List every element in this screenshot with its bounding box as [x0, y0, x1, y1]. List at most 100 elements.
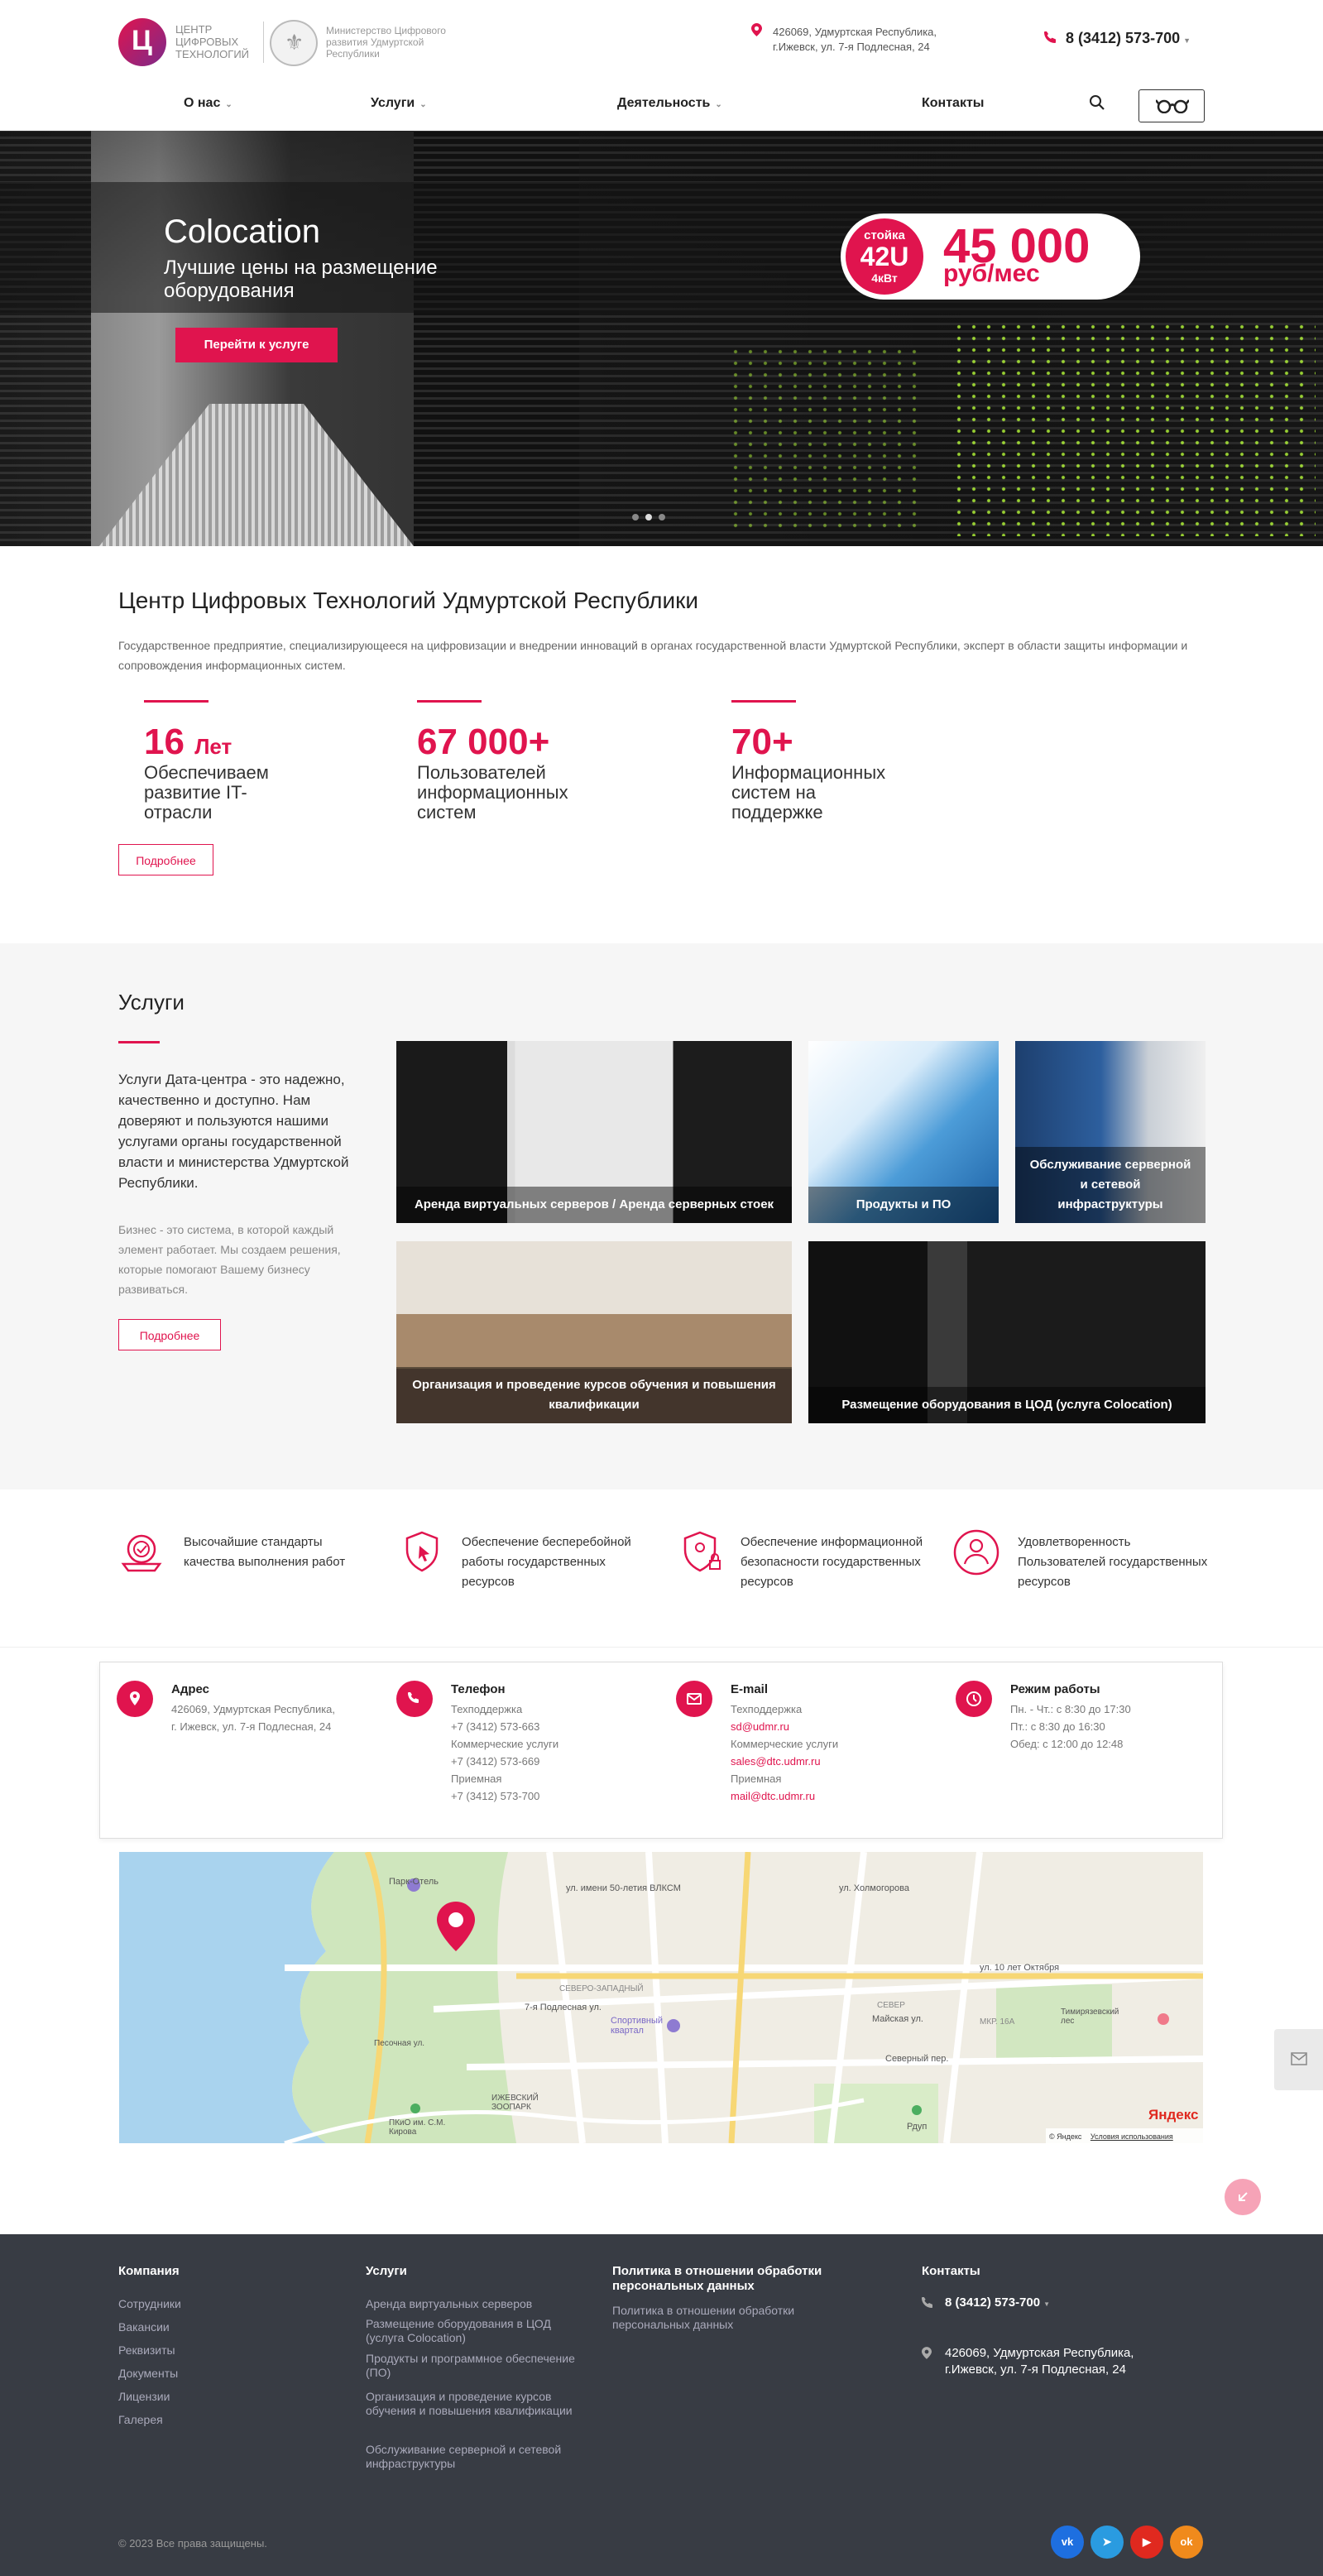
- header-phone[interactable]: 8 (3412) 573-700 ▼: [1066, 30, 1191, 47]
- service-tile-colocation[interactable]: Размещение оборудования в ЦОД (услуга Co…: [808, 1241, 1206, 1423]
- map-label: Рдуп: [907, 2122, 928, 2132]
- map-canvas[interactable]: [119, 1852, 1203, 2143]
- map-terms-link[interactable]: Условия использования: [1091, 2132, 1173, 2141]
- nav-label[interactable]: Контакты: [922, 96, 984, 110]
- chevron-down-icon[interactable]: ⌄: [419, 100, 426, 109]
- phone-icon: [1044, 31, 1056, 46]
- service-tile-label[interactable]: Продукты и ПО: [808, 1187, 999, 1223]
- chevron-down-icon[interactable]: ⌄: [715, 100, 721, 109]
- vk-icon[interactable]: vk: [1051, 2526, 1084, 2559]
- footer-policy-link[interactable]: Политика в отношении обработки персональ…: [612, 2304, 827, 2332]
- about-more-button[interactable]: Подробнее: [118, 844, 213, 875]
- stat-value: 16: [144, 722, 185, 762]
- hero-cta-button[interactable]: Перейти к услуге: [175, 328, 338, 362]
- nav-label[interactable]: О нас: [184, 96, 220, 110]
- map-pin-icon: [922, 2347, 932, 2363]
- footer-link[interactable]: Сотрудники: [118, 2297, 181, 2311]
- footer-link[interactable]: Аренда виртуальных серверов: [366, 2297, 589, 2311]
- footer-link[interactable]: Вакансии: [118, 2320, 170, 2334]
- telegram-icon[interactable]: ➤: [1091, 2526, 1124, 2559]
- site-footer: Компания Сотрудники Вакансии Реквизиты Д…: [0, 2234, 1323, 2576]
- contact-email-head: E-mail: [731, 1682, 769, 1696]
- about-text: Государственное предприятие, специализир…: [118, 639, 1188, 672]
- slider-dot[interactable]: [632, 514, 639, 520]
- service-tile-label[interactable]: Обслуживание серверной и сетевой инфраст…: [1015, 1147, 1206, 1223]
- site-header: Ц Центр цифровых технологий ⚜ Министерст…: [0, 0, 1323, 131]
- stat-number: 67 000+: [417, 722, 550, 762]
- feedback-button[interactable]: [1274, 2029, 1323, 2090]
- contact-phone-number[interactable]: +7 (3412) 573-669: [451, 1753, 539, 1770]
- map-marker-icon[interactable]: [434, 1902, 478, 1951]
- chevron-down-icon[interactable]: ⌄: [225, 100, 232, 109]
- map-label: ПКиО им. С.М. Кирова: [389, 2118, 446, 2137]
- yandex-map[interactable]: Парк-Отель ул. имени 50-летия ВЛКСМ ул. …: [119, 1852, 1203, 2143]
- contact-email-link[interactable]: sd@udmr.ru: [731, 1718, 789, 1735]
- clock-icon: [956, 1681, 992, 1717]
- footer-link[interactable]: Продукты и программное обеспечение (ПО): [366, 2352, 589, 2380]
- footer-link[interactable]: Документы: [118, 2367, 178, 2381]
- service-tile-virtual-servers[interactable]: Аренда виртуальных серверов / Аренда сер…: [396, 1041, 792, 1223]
- scroll-top-button[interactable]: [1225, 2179, 1261, 2215]
- mail-icon: [676, 1681, 712, 1717]
- footer-phone-number[interactable]: 8 (3412) 573-700: [945, 2295, 1040, 2310]
- logo-text[interactable]: Центр цифровых технологий: [175, 23, 258, 60]
- feature-text: Удовлетворенность Пользователей государс…: [1018, 1535, 1208, 1589]
- youtube-icon[interactable]: ▶: [1130, 2526, 1163, 2559]
- map-pin-icon: [751, 23, 762, 36]
- chevron-down-icon[interactable]: ▼: [1043, 2300, 1050, 2308]
- logo-icon[interactable]: Ц: [118, 18, 166, 66]
- footer-phone[interactable]: 8 (3412) 573-700 ▼: [945, 2295, 1050, 2310]
- stat-description: Обеспечиваем развитие IT-отрасли: [144, 762, 269, 823]
- footer-link[interactable]: Лицензии: [118, 2390, 170, 2404]
- header-address: 426069, Удмуртская Республика, г.Ижевск,…: [773, 26, 937, 53]
- accessibility-button[interactable]: [1138, 89, 1205, 122]
- arrow-up-icon: [1239, 2192, 1248, 2201]
- contact-phone-number[interactable]: +7 (3412) 573-700: [451, 1787, 539, 1805]
- contact-hours-line: Обед: с 12:00 до 12:48: [1010, 1738, 1124, 1750]
- header-phone-number[interactable]: 8 (3412) 573-700: [1066, 30, 1180, 46]
- footer-address: 426069, Удмуртская Республика, г.Ижевск,…: [945, 2346, 1134, 2377]
- stat-divider: [144, 700, 209, 703]
- service-tile-infrastructure[interactable]: Обслуживание серверной и сетевой инфраст…: [1015, 1041, 1206, 1223]
- footer-company-head: Компания: [118, 2264, 180, 2278]
- contact-address-line: 426069, Удмуртская Республика,: [171, 1703, 336, 1715]
- nav-item-activity[interactable]: Деятельность ⌄: [617, 96, 722, 111]
- map-label: Майская ул.: [872, 2014, 923, 2024]
- contact-email-link[interactable]: mail@dtc.udmr.ru: [731, 1787, 815, 1805]
- service-tile-label[interactable]: Аренда виртуальных серверов / Аренда сер…: [396, 1187, 792, 1223]
- footer-link[interactable]: Обслуживание серверной и сетевой инфраст…: [366, 2443, 589, 2471]
- chevron-down-icon[interactable]: ▼: [1183, 36, 1191, 45]
- footer-link[interactable]: Размещение оборудования в ЦОД (услуга Co…: [366, 2317, 589, 2345]
- nav-item-about[interactable]: О нас ⌄: [184, 96, 232, 111]
- nav-label[interactable]: Услуги: [371, 96, 415, 110]
- service-tile-label[interactable]: Организация и проведение курсов обучения…: [396, 1367, 792, 1423]
- slider-dot[interactable]: [659, 514, 665, 520]
- contact-phone-number[interactable]: +7 (3412) 573-663: [451, 1718, 539, 1735]
- price-badge: стойка 42U 4кВт 45 000 руб/мес: [841, 213, 1140, 300]
- contact-email-link[interactable]: sales@dtc.udmr.ru: [731, 1753, 821, 1770]
- feature-text: Высочайшие стандарты качества выполнения…: [184, 1535, 346, 1569]
- contact-email-label: Техподдержка: [731, 1703, 803, 1715]
- service-tile-products[interactable]: Продукты и ПО: [808, 1041, 999, 1223]
- odnoklassniki-icon[interactable]: ok: [1170, 2526, 1203, 2559]
- contact-email-label: Приемная: [731, 1772, 782, 1785]
- footer-link[interactable]: Организация и проведение курсов обучения…: [366, 2390, 589, 2418]
- yandex-logo[interactable]: Яндекс: [1148, 2107, 1198, 2123]
- nav-item-contacts[interactable]: Контакты: [922, 96, 984, 111]
- service-tile-label[interactable]: Размещение оборудования в ЦОД (услуга Co…: [808, 1387, 1206, 1423]
- glasses-icon: [1156, 99, 1189, 113]
- search-icon[interactable]: [1089, 94, 1109, 114]
- contact-hours-line: Пт.: с 8:30 до 16:30: [1010, 1720, 1105, 1733]
- stat-description: Пользователей информационных систем: [417, 762, 568, 823]
- services-more-button[interactable]: Подробнее: [118, 1319, 221, 1350]
- section-divider: [0, 1647, 1323, 1648]
- slider-dot[interactable]: [645, 514, 652, 520]
- cursor-click-icon: [397, 1528, 447, 1577]
- footer-link[interactable]: Реквизиты: [118, 2343, 175, 2358]
- footer-link[interactable]: Галерея: [118, 2413, 163, 2427]
- service-tile-training[interactable]: Организация и проведение курсов обучения…: [396, 1241, 792, 1423]
- nav-item-services[interactable]: Услуги ⌄: [371, 96, 427, 111]
- map-copyright: © Яндекс: [1049, 2132, 1082, 2141]
- map-label: Тимирязевский лес: [1061, 2008, 1119, 2026]
- nav-label[interactable]: Деятельность: [617, 96, 710, 110]
